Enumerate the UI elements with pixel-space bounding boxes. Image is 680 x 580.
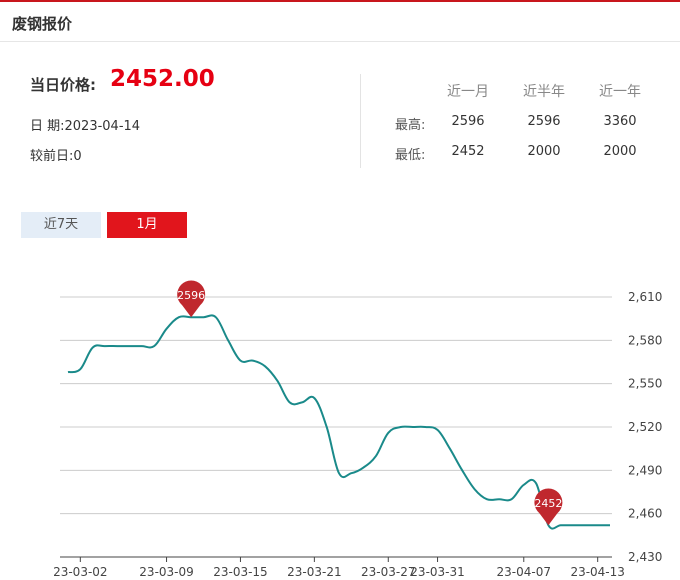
y-tick-label: 2,430 (628, 550, 662, 564)
y-tick-label: 2,520 (628, 420, 662, 434)
tab-7-days[interactable]: 近7天 (21, 212, 101, 238)
y-tick-label: 2,610 (628, 290, 662, 304)
x-tick-label: 23-04-13 (570, 565, 624, 579)
x-tick-label: 23-03-31 (410, 565, 464, 579)
stat-high-month: 2596 (451, 114, 485, 129)
stat-header-halfyear: 近半年 (523, 84, 565, 100)
y-tick-label: 2,550 (628, 377, 662, 391)
stat-label-high: 最高: (395, 118, 426, 133)
stat-high-halfyear: 2596 (527, 114, 561, 129)
section-header: 废钢报价 (0, 2, 680, 42)
change-text: 较前日:0 (30, 149, 82, 164)
stat-low-halfyear: 2000 (527, 144, 561, 159)
date-text: 日 期:2023-04-14 (30, 119, 141, 134)
y-tick-label: 2,490 (628, 463, 662, 477)
stat-header-year: 近一年 (599, 84, 641, 100)
section-title: 废钢报价 (12, 15, 73, 33)
x-tick-label: 23-04-07 (497, 565, 551, 579)
x-tick-label: 23-03-15 (213, 565, 267, 579)
tab-1-month[interactable]: 1月 (107, 212, 187, 238)
x-tick-label: 23-03-27 (361, 565, 415, 579)
x-tick-label: 23-03-09 (139, 565, 193, 579)
y-tick-label: 2,580 (628, 333, 662, 347)
min-pin-label: 2452 (534, 497, 562, 510)
max-pin-label: 2596 (177, 289, 205, 302)
price-line-chart: 2,610 2,580 2,550 2,520 2,490 2,460 2,430 23-03… (53, 280, 662, 579)
stat-high-year: 3360 (603, 114, 637, 129)
y-tick-label: 2,460 (628, 507, 662, 521)
stat-label-low: 最低: (395, 148, 426, 163)
x-tick-label: 23-03-02 (53, 565, 107, 579)
stats-divider (360, 74, 361, 168)
x-tick-label: 23-03-21 (287, 565, 341, 579)
stat-low-year: 2000 (603, 144, 637, 159)
stat-low-month: 2452 (451, 144, 485, 159)
stat-header-month: 近一月 (447, 84, 489, 100)
current-price-label: 当日价格: (30, 76, 96, 94)
current-price-value: 2452.00 (110, 66, 215, 92)
price-series-line (67, 314, 610, 530)
